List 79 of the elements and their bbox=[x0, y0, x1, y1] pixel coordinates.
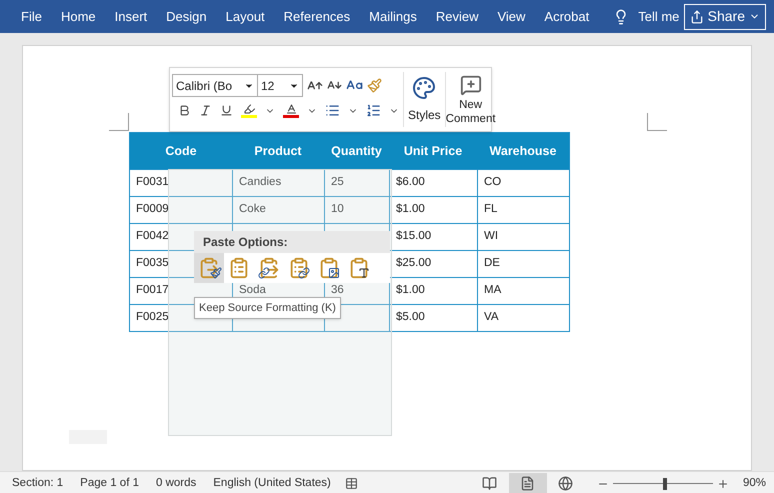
clipboard-link-icon bbox=[258, 257, 280, 279]
ribbon-tab[interactable]: Acrobat bbox=[544, 6, 590, 26]
share-icon bbox=[690, 10, 704, 24]
column-header: Code bbox=[164, 142, 198, 160]
ribbon-tab[interactable]: Mailings bbox=[369, 6, 417, 26]
clipboard-image-icon bbox=[318, 257, 340, 279]
share-button[interactable]: Share bbox=[684, 4, 766, 30]
slider-thumb[interactable] bbox=[662, 478, 667, 490]
table-cell-text: $25.00 bbox=[396, 256, 432, 272]
bold-icon[interactable] bbox=[178, 104, 191, 117]
styles-button[interactable]: Styles bbox=[404, 68, 445, 131]
column-header: Product bbox=[253, 142, 303, 160]
font-color-icon[interactable] bbox=[283, 103, 299, 118]
comment-plus-icon bbox=[460, 74, 482, 96]
paintbrush-icon[interactable] bbox=[367, 78, 382, 93]
book-icon bbox=[482, 476, 498, 491]
column-header: Quantity bbox=[330, 142, 383, 160]
numbered-list-icon[interactable] bbox=[366, 103, 381, 118]
section-status[interactable]: Section: 1 bbox=[12, 474, 64, 492]
table-cell-text: F0031 bbox=[136, 175, 169, 190]
word-count[interactable]: 0 words bbox=[156, 474, 196, 492]
new-comment-button[interactable]: New Comment bbox=[446, 68, 496, 131]
menu-title: Paste Options: bbox=[194, 231, 390, 253]
table-cell-text: DE bbox=[484, 256, 500, 272]
table-cell-text: Candies bbox=[239, 175, 282, 190]
ribbon-tab[interactable]: View bbox=[497, 6, 526, 26]
page-icon bbox=[520, 476, 536, 491]
ribbon-tab[interactable]: Layout bbox=[226, 6, 265, 26]
table-cell-text: 36 bbox=[331, 283, 344, 298]
font-name-dropdown[interactable]: Calibri (Bo bbox=[172, 74, 258, 97]
bullet-list-icon[interactable] bbox=[325, 103, 340, 118]
language-status[interactable]: English (United States) bbox=[213, 474, 331, 492]
ribbon-tab[interactable]: Home bbox=[60, 6, 96, 26]
table-cell-text: $5.00 bbox=[396, 310, 425, 326]
italic-icon[interactable] bbox=[199, 104, 212, 117]
margin-mark bbox=[109, 113, 129, 131]
tell-me-field[interactable]: Tell me bbox=[638, 6, 680, 26]
clipboard-icon bbox=[228, 257, 250, 279]
table-cell-text: $1.00 bbox=[396, 202, 425, 218]
clipboard-brush-icon bbox=[198, 257, 220, 279]
table-cell-text: F0025 bbox=[136, 310, 169, 326]
print-layout-button[interactable] bbox=[508, 472, 547, 493]
globe-icon bbox=[558, 476, 574, 491]
clipboard-link-icon bbox=[288, 257, 310, 279]
table-cell-text: F0035 bbox=[136, 256, 169, 272]
margin-mark bbox=[647, 113, 667, 131]
table-cell-text: F0017 bbox=[136, 283, 169, 298]
underline-icon[interactable] bbox=[220, 104, 233, 117]
zoom-slider[interactable] bbox=[612, 478, 713, 490]
table-cell-text: F0009 bbox=[136, 202, 169, 218]
highlighter-icon[interactable] bbox=[241, 103, 257, 118]
table-cell-text: Soda bbox=[239, 283, 266, 298]
zoom-in-icon[interactable] bbox=[716, 478, 729, 490]
table-cell-text: VA bbox=[484, 310, 498, 326]
ribbon-tab[interactable]: References bbox=[284, 6, 350, 26]
table-cell-text: 25 bbox=[331, 175, 344, 190]
table-cell-text: WI bbox=[484, 229, 498, 244]
table-cell-text: $15.00 bbox=[396, 229, 432, 244]
font-size-dropdown[interactable]: 12 bbox=[257, 74, 303, 97]
table-cell-text: MA bbox=[484, 283, 502, 298]
column-header: Unit Price bbox=[402, 142, 464, 160]
tooltip: Keep Source Formatting (K) bbox=[194, 297, 341, 319]
clipboard-text-icon bbox=[348, 257, 370, 279]
column-header: Warehouse bbox=[488, 142, 558, 160]
zoom-level[interactable]: 90% bbox=[742, 474, 766, 492]
table-icon[interactable] bbox=[344, 477, 358, 490]
ribbon-tab[interactable]: File bbox=[21, 6, 42, 26]
page-status[interactable]: Page 1 of 1 bbox=[80, 474, 139, 492]
ribbon-tab[interactable]: Review bbox=[436, 6, 478, 26]
table-cell-text: FL bbox=[484, 202, 498, 218]
palette-icon bbox=[412, 76, 436, 100]
table-cell-text: 10 bbox=[331, 202, 344, 218]
ribbon-tab[interactable]: Design bbox=[166, 6, 207, 26]
table-cell-text: CO bbox=[484, 175, 502, 190]
table-cell-text: F0042 bbox=[136, 229, 169, 244]
table-cell-text: $6.00 bbox=[396, 175, 425, 190]
table-cell-text: $1.00 bbox=[396, 283, 425, 298]
table-cell-text: Coke bbox=[239, 202, 266, 218]
ribbon-tab[interactable]: Insert bbox=[114, 6, 148, 26]
